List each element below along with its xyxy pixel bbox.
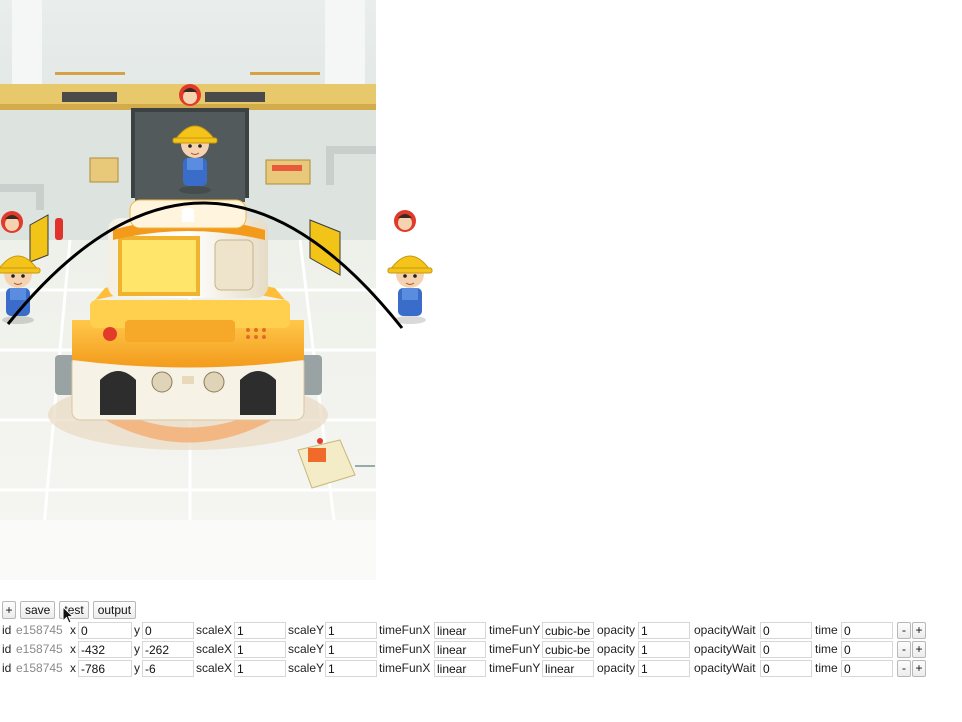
timefuny-label: timeFunY (489, 661, 541, 675)
scaley-input[interactable] (325, 641, 377, 658)
add-after-row-button[interactable]: + (912, 641, 926, 658)
opacity-input[interactable] (638, 622, 690, 639)
game-scene[interactable] (0, 0, 440, 580)
toolbar: + save test output (2, 601, 137, 619)
game-canvas[interactable] (0, 0, 440, 580)
opacity-label: opacity (597, 661, 636, 675)
opacity-label: opacity (597, 623, 636, 637)
timefunx-label: timeFunX (379, 661, 431, 675)
y-input[interactable] (142, 622, 194, 639)
keyframe-row: id e158745 x y scaleX scaleY timeFunX timeFunY o… (0, 641, 930, 658)
id-label: id (2, 642, 12, 656)
opacity-label: opacity (597, 642, 636, 656)
scalex-input[interactable] (234, 660, 286, 677)
x-label: x (70, 642, 76, 656)
time-input[interactable] (841, 641, 893, 658)
time-label: time (815, 661, 838, 675)
keyframe-row: id e158745 x y scaleX scaleY timeFunX timeFunY o… (0, 622, 930, 639)
remove-row-button[interactable]: - (897, 660, 911, 677)
scalex-label: scaleX (196, 623, 233, 637)
y-input[interactable] (142, 660, 194, 677)
opacitywait-label: opacityWait (694, 661, 756, 675)
scalex-input[interactable] (234, 641, 286, 658)
scaley-label: scaleY (288, 661, 325, 675)
remove-row-button[interactable]: - (897, 622, 911, 639)
id-value: e158745 (16, 661, 63, 675)
timefuny-input[interactable] (542, 660, 594, 677)
time-input[interactable] (841, 622, 893, 639)
scalex-label: scaleX (196, 642, 233, 656)
timefunx-input[interactable] (434, 641, 486, 658)
save-button[interactable]: save (20, 601, 56, 619)
keyframe-row: id e158745 x y scaleX scaleY timeFunX timeFunY o… (0, 660, 930, 677)
id-value: e158745 (16, 623, 63, 637)
x-input[interactable] (78, 660, 132, 677)
x-input[interactable] (78, 622, 132, 639)
opacity-input[interactable] (638, 641, 690, 658)
fire-extinguisher-icon (55, 218, 63, 240)
x-label: x (70, 623, 76, 637)
output-button[interactable]: output (92, 601, 137, 619)
opacitywait-input[interactable] (760, 660, 812, 677)
id-label: id (2, 661, 12, 675)
timefunx-label: timeFunX (379, 623, 431, 637)
id-label: id (2, 623, 12, 637)
y-input[interactable] (142, 641, 194, 658)
avatar-badge-icon (179, 84, 201, 106)
scaley-input[interactable] (325, 622, 377, 639)
scalex-label: scaleX (196, 661, 233, 675)
id-value: e158745 (16, 642, 63, 656)
x-input[interactable] (78, 641, 132, 658)
scaley-label: scaleY (288, 623, 325, 637)
y-label: y (134, 623, 140, 637)
timefunx-input[interactable] (434, 622, 486, 639)
time-label: time (815, 642, 838, 656)
test-button[interactable]: test (59, 601, 89, 619)
remove-row-button[interactable]: - (897, 641, 911, 658)
y-label: y (134, 642, 140, 656)
opacity-input[interactable] (638, 660, 690, 677)
timefuny-input[interactable] (542, 622, 594, 639)
y-label: y (134, 661, 140, 675)
timefunx-label: timeFunX (379, 642, 431, 656)
opacitywait-label: opacityWait (694, 642, 756, 656)
time-label: time (815, 623, 838, 637)
scaley-label: scaleY (288, 642, 325, 656)
timefunx-input[interactable] (434, 660, 486, 677)
add-row-button[interactable]: + (2, 601, 16, 619)
timefuny-label: timeFunY (489, 642, 541, 656)
add-after-row-button[interactable]: + (912, 622, 926, 639)
opacitywait-input[interactable] (760, 622, 812, 639)
scaley-input[interactable] (325, 660, 377, 677)
add-after-row-button[interactable]: + (912, 660, 926, 677)
opacitywait-input[interactable] (760, 641, 812, 658)
time-input[interactable] (841, 660, 893, 677)
opacitywait-label: opacityWait (694, 623, 756, 637)
timefuny-input[interactable] (542, 641, 594, 658)
avatar-badge-icon (394, 210, 416, 232)
avatar-badge-icon (1, 211, 23, 233)
timefuny-label: timeFunY (489, 623, 541, 637)
scalex-input[interactable] (234, 622, 286, 639)
worker-icon (387, 255, 433, 324)
x-label: x (70, 661, 76, 675)
